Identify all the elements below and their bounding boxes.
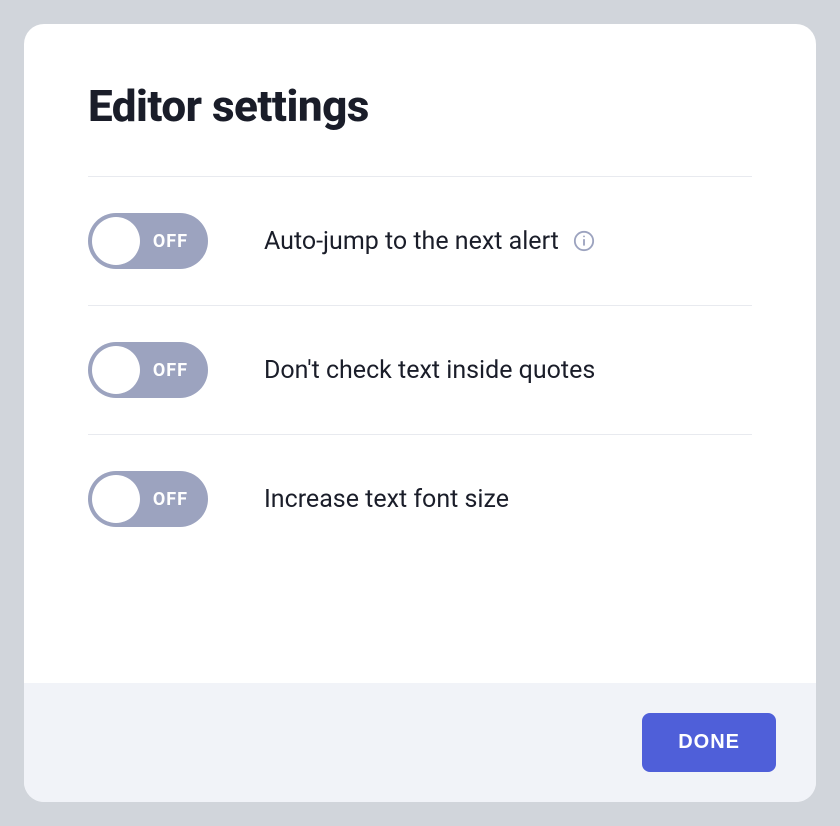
setting-label: Auto-jump to the next alert: [264, 227, 559, 256]
setting-label: Increase text font size: [264, 485, 509, 514]
toggle-knob: [92, 475, 140, 523]
info-icon[interactable]: [573, 230, 595, 252]
setting-label-wrap: Increase text font size: [264, 485, 752, 514]
toggle-state-label: OFF: [153, 231, 188, 252]
toggle-knob: [92, 346, 140, 394]
modal-body: Editor settings OFF Auto-jump to the nex…: [24, 24, 816, 683]
done-button[interactable]: DONE: [642, 713, 776, 772]
toggle-state-label: OFF: [153, 360, 188, 381]
setting-row-font-size: OFF Increase text font size: [88, 435, 752, 563]
setting-label: Don't check text inside quotes: [264, 356, 595, 385]
modal-title: Editor settings: [88, 80, 752, 132]
toggle-auto-jump[interactable]: OFF: [88, 213, 208, 269]
modal-footer: DONE: [24, 683, 816, 802]
setting-row-auto-jump: OFF Auto-jump to the next alert: [88, 177, 752, 306]
settings-list: OFF Auto-jump to the next alert OFF: [88, 176, 752, 563]
toggle-state-label: OFF: [153, 489, 188, 510]
editor-settings-modal: Editor settings OFF Auto-jump to the nex…: [24, 24, 816, 802]
setting-row-quotes: OFF Don't check text inside quotes: [88, 306, 752, 435]
toggle-quotes[interactable]: OFF: [88, 342, 208, 398]
setting-label-wrap: Auto-jump to the next alert: [264, 227, 752, 256]
setting-label-wrap: Don't check text inside quotes: [264, 356, 752, 385]
toggle-font-size[interactable]: OFF: [88, 471, 208, 527]
toggle-knob: [92, 217, 140, 265]
